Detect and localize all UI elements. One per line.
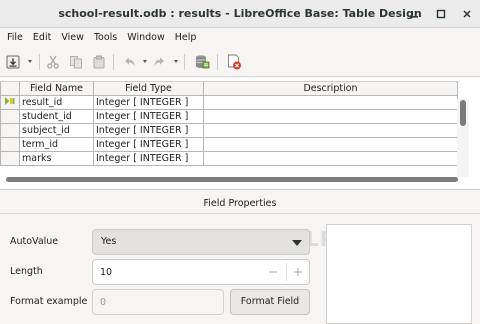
menu-window[interactable]: Window	[122, 29, 169, 47]
column-header-field-name[interactable]: Field Name	[19, 81, 94, 96]
description-cell[interactable]	[203, 95, 458, 110]
redo-button[interactable]	[151, 52, 169, 72]
field-type-cell[interactable]: Integer [ INTEGER ]	[93, 95, 204, 110]
format-field-button[interactable]: Format Field	[230, 289, 310, 315]
help-text-pane	[326, 224, 472, 324]
table-row[interactable]: subject_id Integer [ INTEGER ]	[0, 123, 458, 138]
row-header[interactable]	[0, 95, 20, 110]
save-dropdown-icon[interactable]	[28, 60, 32, 63]
field-properties-panel: AutoValue Yes Length 10 Format example 0…	[0, 215, 480, 324]
chevron-down-icon	[292, 240, 302, 246]
field-name-cell[interactable]: student_id	[19, 109, 94, 124]
table-row[interactable]: term_id Integer [ INTEGER ]	[0, 137, 458, 152]
close-document-button[interactable]	[224, 52, 244, 72]
autovalue-label: AutoValue	[10, 236, 59, 247]
undo-icon	[125, 57, 135, 66]
field-name-cell[interactable]: term_id	[19, 137, 94, 152]
undo-button[interactable]	[120, 52, 138, 72]
toolbar-separator	[184, 54, 185, 70]
redo-icon	[154, 57, 164, 66]
save-button[interactable]	[4, 52, 22, 72]
standard-toolbar	[0, 47, 480, 77]
menu-tools[interactable]: Tools	[89, 29, 122, 47]
vertical-scrollbar[interactable]	[457, 99, 469, 177]
header-row: Field Name Field Type Description	[0, 81, 458, 96]
scrollbar-thumb[interactable]	[6, 177, 458, 182]
paste-button[interactable]	[90, 52, 108, 72]
field-type-cell[interactable]: Integer [ INTEGER ]	[93, 137, 204, 152]
close-document-icon	[228, 54, 241, 70]
menu-bar: File Edit View Tools Window Help	[0, 29, 480, 47]
menu-edit[interactable]: Edit	[28, 29, 56, 47]
index-design-icon	[196, 55, 210, 69]
maximize-icon	[436, 9, 446, 19]
row-header[interactable]	[0, 137, 20, 152]
field-name-cell[interactable]: marks	[19, 151, 94, 166]
minimize-button[interactable]	[405, 5, 423, 23]
decrement-button[interactable]	[261, 260, 285, 284]
close-button[interactable]	[458, 5, 476, 23]
table-row[interactable]: marks Integer [ INTEGER ]	[0, 151, 458, 166]
field-type-cell[interactable]: Integer [ INTEGER ]	[93, 151, 204, 166]
field-type-cell[interactable]: Integer [ INTEGER ]	[93, 123, 204, 138]
length-label: Length	[10, 266, 43, 277]
toolbar-separator	[217, 54, 218, 70]
primary-key-icon	[5, 97, 15, 105]
column-header-description[interactable]: Description	[203, 81, 458, 96]
row-header[interactable]	[0, 151, 20, 166]
autovalue-dropdown[interactable]: Yes	[92, 229, 310, 255]
table-row[interactable]: student_id Integer [ INTEGER ]	[0, 109, 458, 124]
table-design-grid[interactable]: Field Name Field Type Description result…	[0, 78, 480, 251]
length-stepper[interactable]: 10	[92, 259, 310, 285]
field-type-cell[interactable]: Integer [ INTEGER ]	[93, 109, 204, 124]
cut-button[interactable]	[44, 52, 62, 72]
description-cell[interactable]	[203, 123, 458, 138]
row-header-corner	[0, 81, 20, 96]
undo-dropdown-icon[interactable]	[143, 60, 147, 63]
autovalue-value: Yes	[101, 236, 117, 247]
toolbar-separator	[39, 54, 40, 70]
field-properties-header: Field Properties	[0, 194, 480, 214]
horizontal-scrollbar[interactable]	[2, 176, 460, 184]
scrollbar-thumb[interactable]	[460, 100, 466, 126]
copy-button[interactable]	[67, 52, 85, 72]
paste-icon	[93, 55, 105, 69]
index-design-button[interactable]	[192, 52, 212, 72]
menu-view[interactable]: View	[56, 29, 89, 47]
column-header-field-type[interactable]: Field Type	[93, 81, 204, 96]
redo-dropdown-icon[interactable]	[174, 60, 178, 63]
description-cell[interactable]	[203, 151, 458, 166]
row-header[interactable]	[0, 109, 20, 124]
minimize-icon	[410, 16, 418, 18]
description-cell[interactable]	[203, 137, 458, 152]
field-table: Field Name Field Type Description result…	[0, 81, 458, 166]
table-row[interactable]: result_id Integer [ INTEGER ]	[0, 95, 458, 110]
field-name-cell[interactable]: subject_id	[19, 123, 94, 138]
save-icon	[6, 55, 20, 69]
copy-icon	[70, 56, 82, 69]
toolbar-separator	[113, 54, 114, 70]
title-bar: school-result.odb : results - LibreOffic…	[0, 0, 480, 28]
row-header[interactable]	[0, 123, 20, 138]
increment-button[interactable]	[286, 260, 310, 284]
format-example-value: 0	[100, 297, 107, 308]
format-example-field: 0	[92, 289, 224, 315]
maximize-button[interactable]	[432, 5, 450, 23]
field-name-cell[interactable]: result_id	[19, 95, 94, 110]
menu-file[interactable]: File	[2, 29, 28, 47]
minus-icon	[269, 271, 277, 273]
close-icon	[463, 10, 471, 18]
menu-help[interactable]: Help	[170, 29, 202, 47]
format-example-label: Format example	[10, 296, 88, 307]
cut-icon	[47, 55, 59, 69]
description-cell[interactable]	[203, 109, 458, 124]
plus-icon	[294, 268, 302, 276]
length-value: 10	[100, 267, 113, 278]
